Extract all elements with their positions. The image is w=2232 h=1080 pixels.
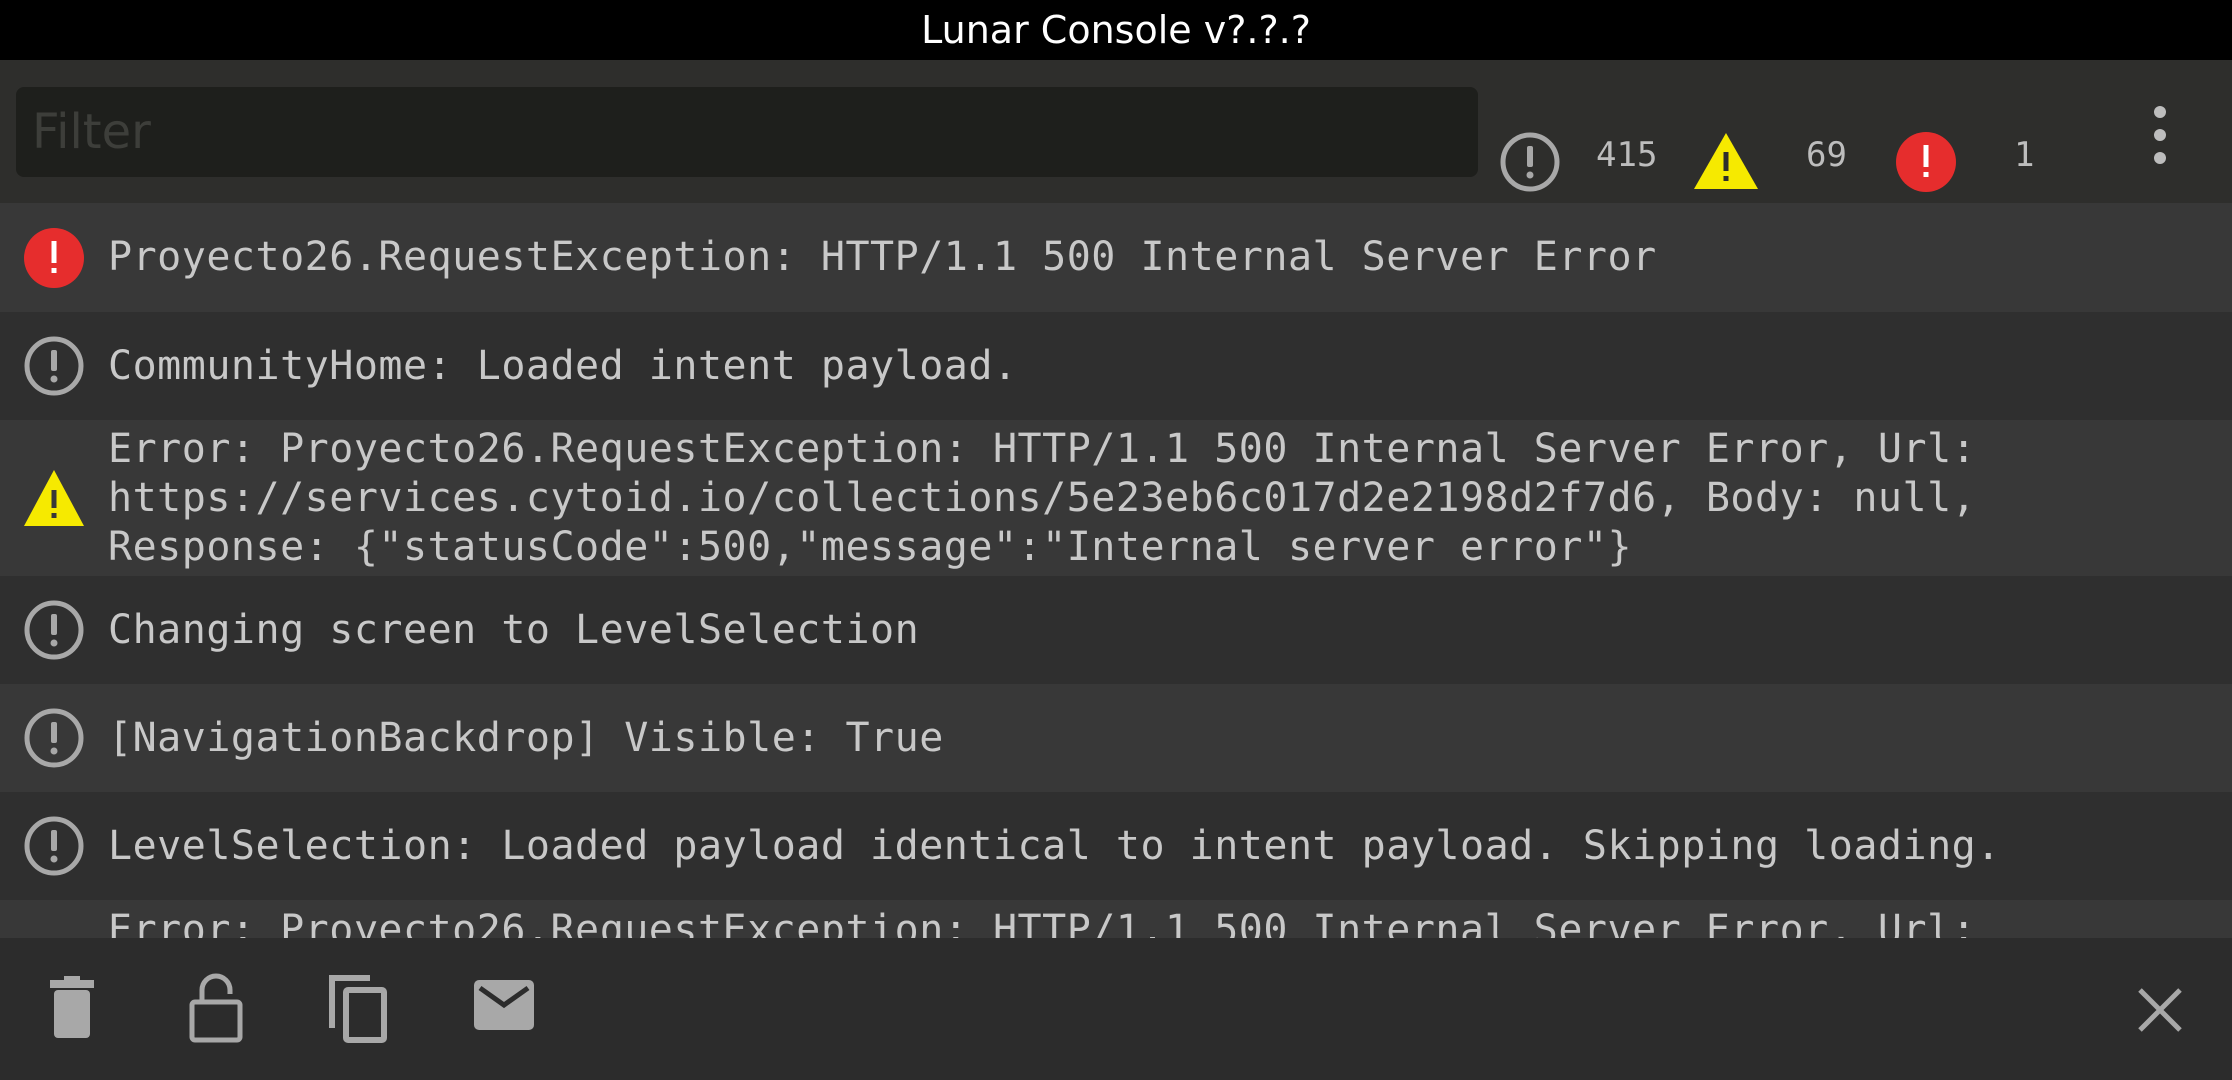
log-message: CommunityHome: Loaded intent payload. [108, 342, 1018, 391]
log-entry[interactable]: CommunityHome: Loaded intent payload. [0, 312, 2232, 420]
toolbar: 415 69 1 [0, 60, 2232, 203]
log-entry[interactable]: Error: Proyecto26.RequestException: HTTP… [0, 420, 2232, 576]
error-count: 1 [2014, 135, 2035, 175]
error-circle-icon [24, 228, 84, 288]
warning-triangle-icon [24, 470, 84, 526]
filter-input[interactable] [16, 87, 1478, 177]
warning-triangle-icon [1694, 133, 1758, 189]
log-entry[interactable]: Changing screen to LevelSelection [0, 576, 2232, 684]
email-icon[interactable] [472, 978, 536, 1032]
log-entry[interactable]: Proyecto26.RequestException: HTTP/1.1 50… [0, 203, 2232, 312]
info-circle-outline-icon [24, 336, 84, 396]
log-message: Proyecto26.RequestException: HTTP/1.1 50… [108, 233, 1657, 282]
log-message: LevelSelection: Loaded payload identical… [108, 822, 2001, 871]
trash-icon[interactable] [48, 976, 96, 1040]
info-circle-outline-icon [24, 708, 84, 768]
info-circle-outline-icon [24, 816, 84, 876]
log-message-line: CommunityHome: Loaded intent payload. [108, 343, 1018, 389]
log-message-line: Changing screen to LevelSelection [108, 607, 920, 653]
log-count: 415 [1596, 135, 1658, 175]
log-message-line: Response: {"statusCode":500,"message":"I… [108, 524, 1633, 570]
log-message: Error: Proyecto26.RequestException: HTTP… [108, 425, 1976, 572]
footer-toolbar [0, 938, 2232, 1080]
copy-icon[interactable] [326, 972, 390, 1044]
log-entry[interactable]: Error: Proyecto26.RequestException: HTTP… [0, 900, 2232, 938]
log-message-line: https://services.cytoid.io/collections/5… [108, 475, 1977, 521]
close-icon[interactable] [2136, 986, 2184, 1034]
app-title: Lunar Console v?.?.? [0, 0, 2232, 60]
lock-open-icon[interactable] [188, 972, 244, 1044]
log-message: Error: Proyecto26.RequestException: HTTP… [108, 906, 1976, 938]
log-message-line: Error: Proyecto26.RequestException: HTTP… [108, 907, 1977, 938]
info-circle-outline-icon [1500, 132, 1560, 192]
log-list[interactable]: Proyecto26.RequestException: HTTP/1.1 50… [0, 203, 2232, 938]
log-message: [NavigationBackdrop] Visible: True [108, 714, 944, 763]
more-vert-icon[interactable] [2140, 102, 2180, 168]
warning-count: 69 [1806, 135, 1847, 175]
log-entry[interactable]: LevelSelection: Loaded payload identical… [0, 792, 2232, 900]
error-circle-icon [1896, 132, 1956, 192]
log-message-line: LevelSelection: Loaded payload identical… [108, 823, 2001, 869]
log-message: Changing screen to LevelSelection [108, 606, 919, 655]
log-message-line: Error: Proyecto26.RequestException: HTTP… [108, 426, 1977, 472]
log-message-line: [NavigationBackdrop] Visible: True [108, 715, 944, 761]
log-entry[interactable]: [NavigationBackdrop] Visible: True [0, 684, 2232, 792]
log-message-line: Proyecto26.RequestException: HTTP/1.1 50… [108, 234, 1657, 280]
info-circle-outline-icon [24, 600, 84, 660]
